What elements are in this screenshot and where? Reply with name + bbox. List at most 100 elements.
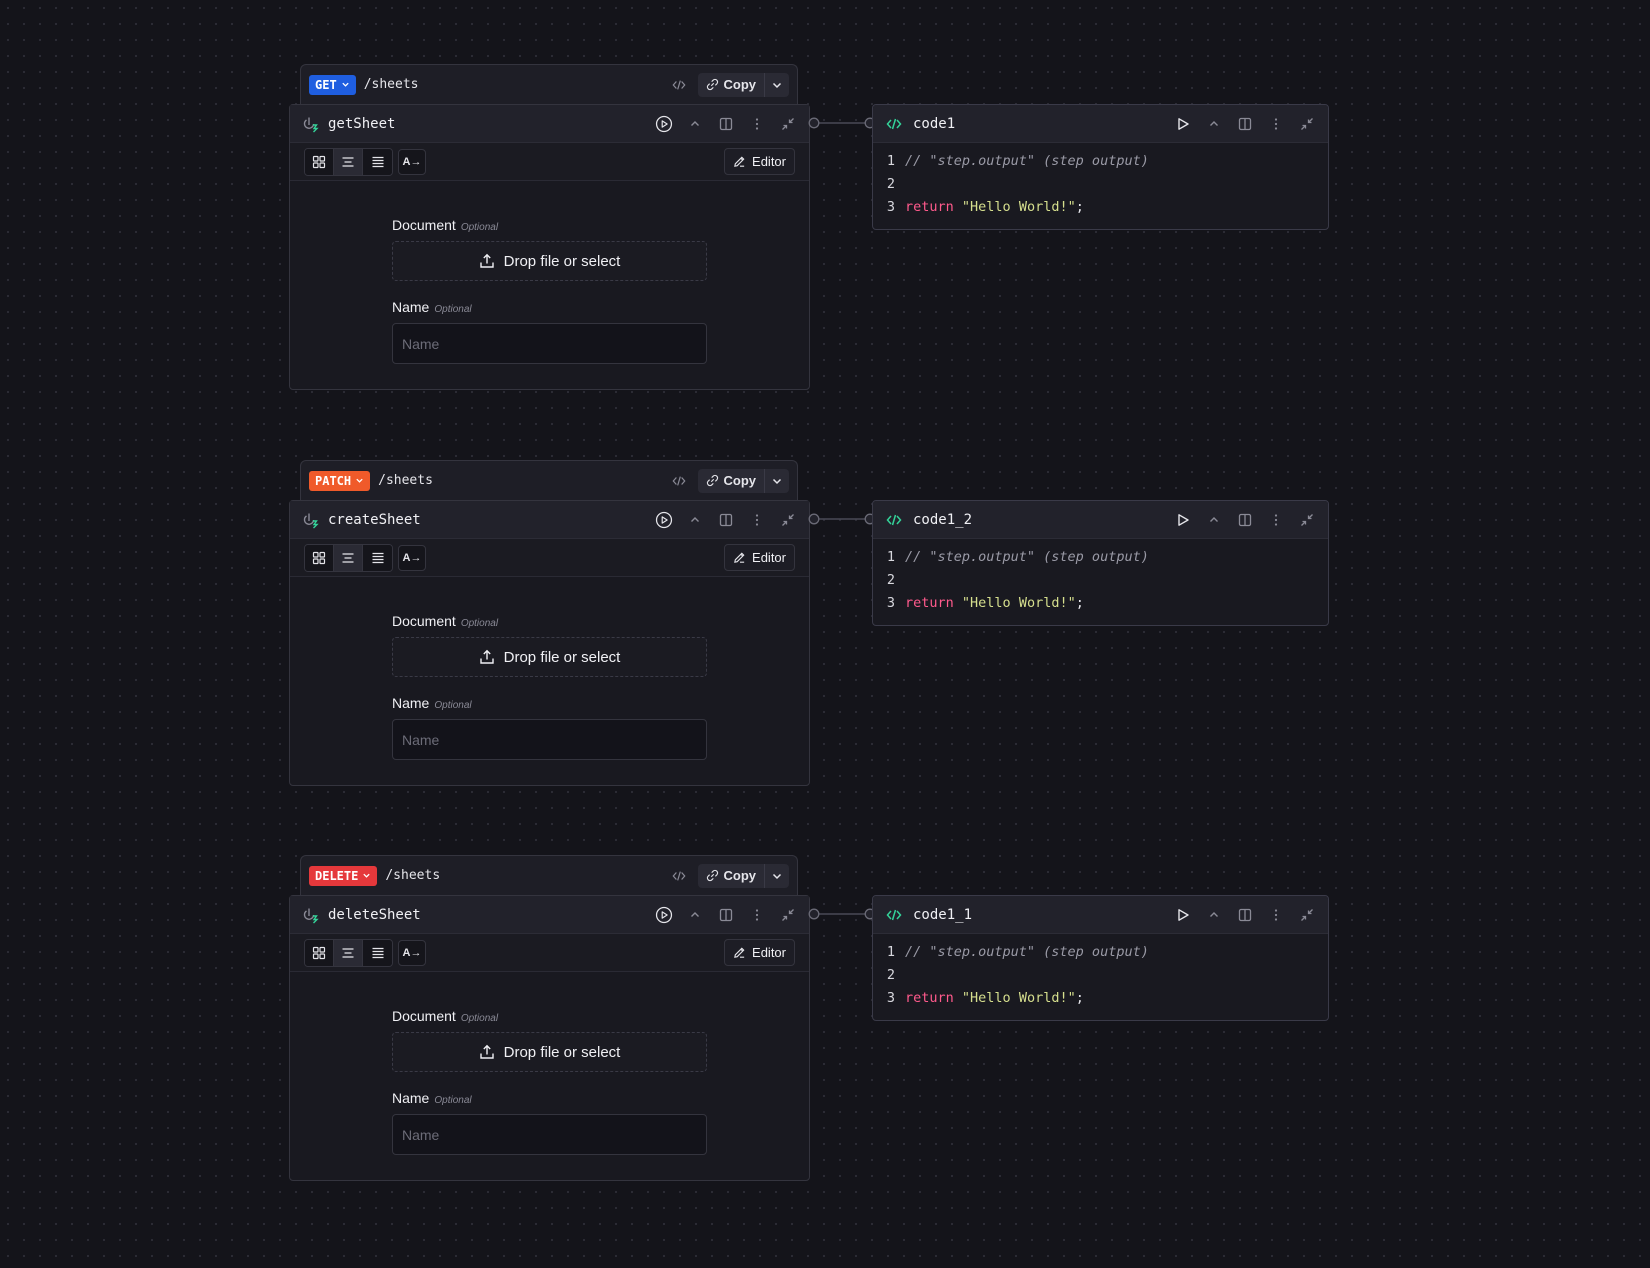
copy-options-button[interactable] [764,863,789,888]
grid-view-button[interactable] [305,544,334,571]
more-vertical-icon[interactable] [1267,511,1285,529]
optional-tag: Optional [434,700,472,711]
method-badge-get[interactable]: GET [309,74,356,95]
code-editor[interactable]: 1 // "step.output" (step output) 2 3 retur… [873,143,1328,229]
editor-button[interactable]: Editor [724,544,795,571]
ai-translate-button[interactable]: A→ [398,939,426,966]
code-title[interactable]: code1_1 [913,907,972,923]
optional-tag: Optional [460,222,499,233]
code-editor[interactable]: 1 // "step.output" (step output) 2 3 retur… [873,934,1328,1020]
center-view-button[interactable] [334,148,363,175]
document-label: Document Optional [392,1008,809,1024]
name-label: Name Optional [392,695,809,711]
chevron-up-icon[interactable] [686,906,704,924]
dropzone-label: Drop file or select [503,252,621,270]
node-title[interactable]: deleteSheet [328,907,421,923]
node-title[interactable]: createSheet [328,512,421,528]
document-dropzone[interactable]: Drop file or select [392,1032,707,1072]
line-number: 1 [886,549,895,565]
chevron-up-icon[interactable] [1205,115,1223,133]
chevron-up-icon[interactable] [686,115,704,133]
list-view-button[interactable] [363,544,392,571]
name-input[interactable] [392,1114,707,1155]
more-vertical-icon[interactable] [1267,906,1285,924]
node-header: getSheet [290,105,809,143]
collapse-icon[interactable] [779,511,797,529]
line-number: 3 [886,990,895,1006]
copy-button[interactable]: Copy [698,469,765,493]
code-line: 3 return "Hello World!"; [873,196,1328,219]
grid-view-button[interactable] [305,148,334,175]
name-label-text: Name [392,695,430,711]
editor-button[interactable]: Editor [724,939,795,966]
collapse-icon[interactable] [779,906,797,924]
collapse-icon[interactable] [1298,115,1316,133]
play-circle-icon[interactable] [655,115,673,133]
copy-options-button[interactable] [764,72,789,97]
pencil-icon [734,552,745,563]
center-view-button[interactable] [334,544,363,571]
chevron-down-icon [342,82,349,87]
code-header: code1_2 [873,501,1328,539]
code-brackets-icon[interactable] [670,867,688,885]
link-icon [706,474,718,487]
code-string: "Hello World!" [961,595,1076,611]
document-dropzone[interactable]: Drop file or select [392,637,707,677]
center-view-button[interactable] [334,939,363,966]
code-brackets-icon[interactable] [670,472,688,490]
method-label: GET [315,77,337,92]
view-toggle-group [304,543,393,572]
ai-translate-button[interactable]: A→ [398,544,426,571]
node-title[interactable]: getSheet [328,116,395,132]
line-number: 2 [886,176,895,192]
collapse-icon[interactable] [1298,906,1316,924]
more-vertical-icon[interactable] [748,511,766,529]
split-panel-icon[interactable] [717,511,735,529]
chevron-up-icon[interactable] [1205,511,1223,529]
copy-options-button[interactable] [764,468,789,493]
copy-group: Copy [697,72,789,97]
split-panel-icon[interactable] [1236,115,1254,133]
split-panel-icon[interactable] [1236,511,1254,529]
code-editor[interactable]: 1 // "step.output" (step output) 2 3 retur… [873,539,1328,625]
split-panel-icon[interactable] [717,115,735,133]
optional-tag: Optional [460,618,499,629]
more-vertical-icon[interactable] [748,906,766,924]
play-icon[interactable] [1174,511,1192,529]
list-view-button[interactable] [363,939,392,966]
code-line: 2 [873,569,1328,592]
editor-button[interactable]: Editor [724,148,795,175]
line-number: 2 [886,967,895,983]
more-vertical-icon[interactable] [1267,115,1285,133]
list-view-button[interactable] [363,148,392,175]
upload-icon [479,253,494,268]
chevron-up-icon[interactable] [686,511,704,529]
copy-button[interactable]: Copy [698,73,765,97]
play-circle-icon[interactable] [655,906,673,924]
code-node: code1_1 1 // "step.output" (step output) … [872,895,1329,1021]
collapse-icon[interactable] [779,115,797,133]
copy-button[interactable]: Copy [698,864,765,888]
document-dropzone[interactable]: Drop file or select [392,241,707,281]
chevron-down-icon [363,873,371,878]
code-brackets-icon[interactable] [670,76,688,94]
ai-translate-button[interactable]: A→ [398,148,426,175]
grid-view-button[interactable] [305,939,334,966]
split-panel-icon[interactable] [717,906,735,924]
code-title[interactable]: code1 [913,116,955,132]
request-node: createSheet A→ Editor Document Optional … [289,500,810,786]
name-input[interactable] [392,719,707,760]
split-panel-icon[interactable] [1236,906,1254,924]
method-badge-delete[interactable]: DELETE [309,865,378,886]
code-title[interactable]: code1_2 [913,512,972,528]
name-input[interactable] [392,323,707,364]
more-vertical-icon[interactable] [748,115,766,133]
method-badge-patch[interactable]: PATCH [309,470,371,491]
chevron-up-icon[interactable] [1205,906,1223,924]
play-circle-icon[interactable] [655,511,673,529]
code-node: code1 1 // "step.output" (step output) 2 … [872,104,1329,230]
play-icon[interactable] [1174,906,1192,924]
collapse-icon[interactable] [1298,511,1316,529]
play-icon[interactable] [1174,115,1192,133]
editor-label: Editor [752,945,786,960]
